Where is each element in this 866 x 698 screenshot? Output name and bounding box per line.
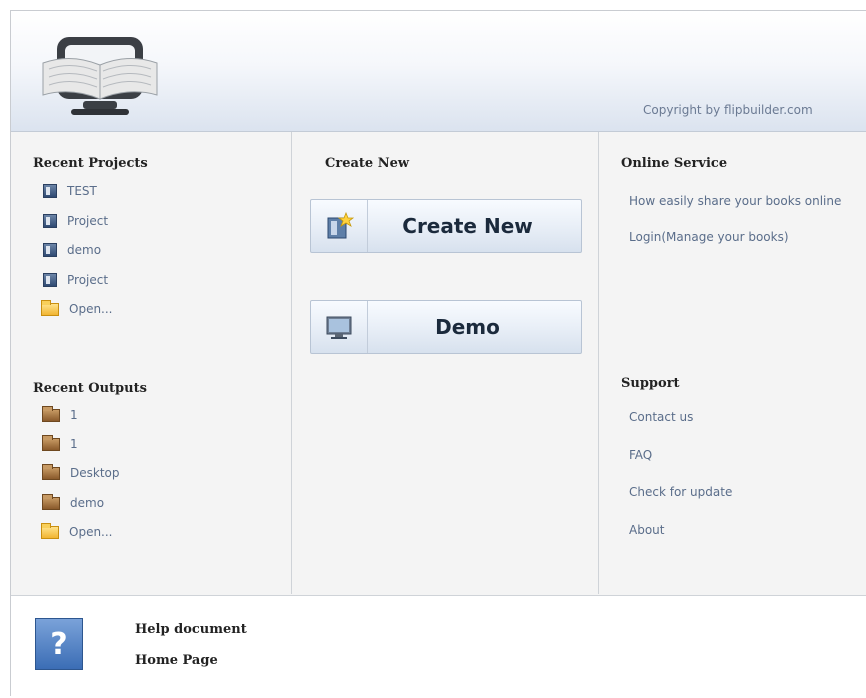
online-service-title: Online Service — [621, 156, 728, 171]
recent-output-item[interactable]: demo — [42, 492, 104, 514]
recent-output-label: 1 — [70, 437, 78, 451]
share-books-link[interactable]: How easily share your books online — [629, 194, 841, 208]
folder-open-icon — [41, 522, 59, 539]
demo-label: Demo — [435, 315, 500, 339]
recent-projects-title: Recent Projects — [33, 156, 148, 171]
recent-project-item[interactable]: Project — [43, 269, 108, 291]
document-icon — [43, 243, 57, 257]
recent-output-item[interactable]: Desktop — [42, 462, 120, 484]
create-new-label: Create New — [402, 214, 533, 238]
start-page: Copyright by flipbuilder.com Recent Proj… — [10, 10, 866, 698]
footer: ? Help document Home Page — [11, 595, 866, 698]
recent-output-item[interactable]: 1 — [42, 404, 78, 426]
recent-output-label: Desktop — [70, 466, 120, 480]
service-panel: Online Service How easily share your boo… — [599, 132, 866, 594]
contact-us-link[interactable]: Contact us — [629, 410, 693, 424]
recent-output-label: demo — [70, 496, 105, 510]
new-book-icon — [311, 200, 368, 252]
open-output-label: Open... — [69, 525, 113, 539]
login-link[interactable]: Login(Manage your books) — [629, 230, 789, 244]
folder-open-icon — [41, 299, 59, 316]
recent-project-label: Project — [67, 273, 109, 287]
box-icon — [42, 434, 60, 451]
box-icon — [42, 493, 60, 510]
monitor-icon — [311, 301, 368, 353]
recent-project-label: TEST — [67, 184, 97, 198]
demo-button[interactable]: Demo — [310, 300, 582, 354]
document-icon — [43, 184, 57, 198]
recent-panel: Recent Projects TEST Project demo Projec… — [11, 132, 292, 594]
open-project-item[interactable]: Open... — [41, 298, 113, 320]
recent-project-item[interactable]: demo — [43, 239, 101, 261]
about-link[interactable]: About — [629, 523, 664, 537]
recent-outputs-title: Recent Outputs — [33, 381, 147, 396]
support-title: Support — [621, 376, 680, 391]
home-page-link[interactable]: Home Page — [135, 653, 218, 668]
faq-link[interactable]: FAQ — [629, 448, 652, 462]
monitor-book-logo-icon — [42, 37, 158, 115]
recent-project-label: demo — [67, 243, 102, 257]
help-icon[interactable]: ? — [35, 618, 83, 670]
document-icon — [43, 273, 57, 287]
box-icon — [42, 463, 60, 480]
document-icon — [43, 214, 57, 228]
create-panel: Create New Create New Demo — [292, 132, 599, 594]
box-icon — [42, 405, 60, 422]
recent-output-item[interactable]: 1 — [42, 433, 78, 455]
check-update-link[interactable]: Check for update — [629, 485, 732, 499]
create-new-title: Create New — [325, 156, 410, 171]
create-new-button[interactable]: Create New — [310, 199, 582, 253]
recent-project-item[interactable]: TEST — [43, 180, 97, 202]
header: Copyright by flipbuilder.com — [11, 11, 866, 132]
open-project-label: Open... — [69, 302, 113, 316]
open-output-item[interactable]: Open... — [41, 521, 113, 543]
copyright-text: Copyright by flipbuilder.com — [643, 103, 813, 117]
recent-project-label: Project — [67, 214, 109, 228]
recent-output-label: 1 — [70, 408, 78, 422]
recent-project-item[interactable]: Project — [43, 210, 108, 232]
help-document-link[interactable]: Help document — [135, 622, 247, 637]
